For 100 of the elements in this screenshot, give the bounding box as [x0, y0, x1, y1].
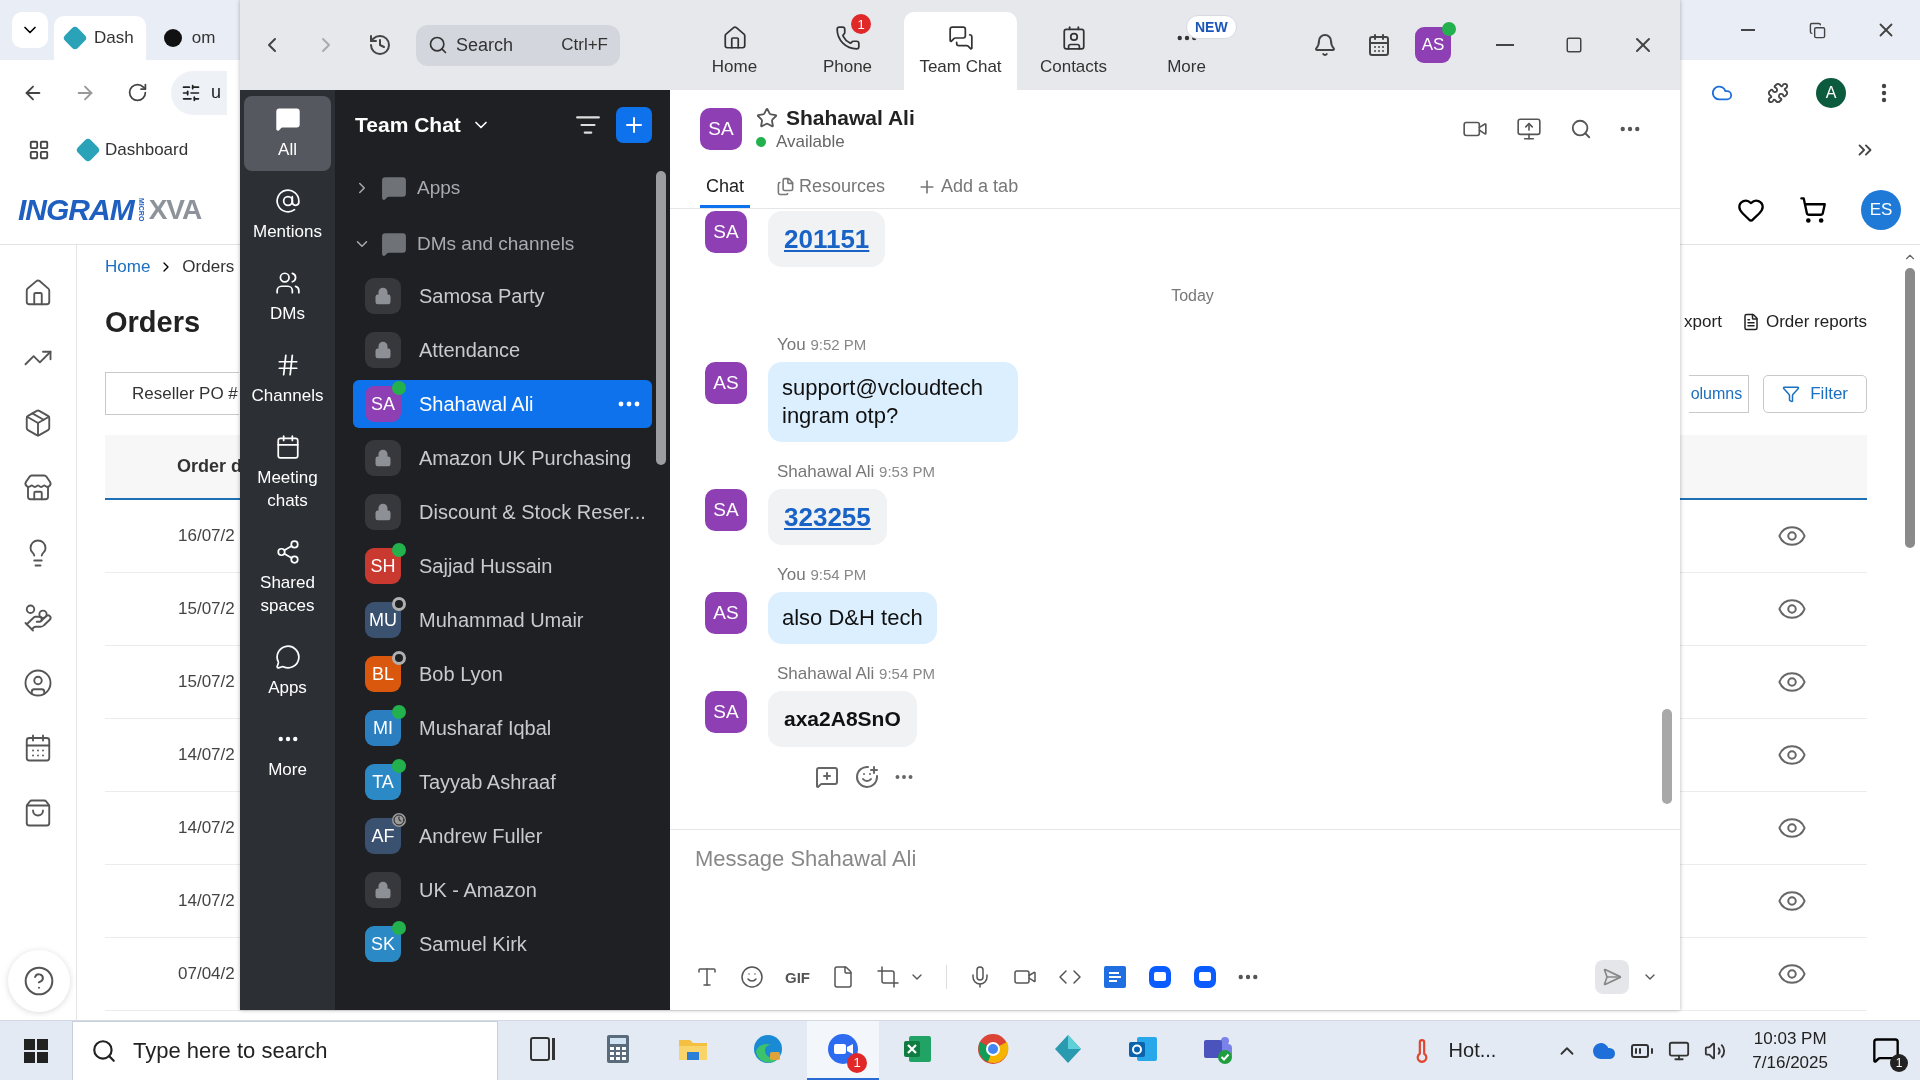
gif-button[interactable]: GIF	[785, 968, 810, 986]
rail-item[interactable]: Shared spaces	[244, 529, 331, 627]
section-toggle[interactable]: Apps	[353, 160, 652, 216]
share-screen-icon[interactable]	[1516, 116, 1542, 142]
chat-list-item[interactable]: SA Shahawal Ali	[353, 380, 652, 428]
user-icon[interactable]	[23, 668, 53, 698]
table-cell: 14/07/2	[178, 818, 235, 838]
list-title-button[interactable]: Team Chat	[355, 113, 491, 137]
clock[interactable]: 10:03 PM 7/16/2025	[1752, 1026, 1828, 1075]
avatar: AS	[705, 592, 747, 634]
bag-icon[interactable]	[23, 798, 53, 828]
cart-icon[interactable]	[1799, 195, 1827, 224]
chat-list-item[interactable]: MU Muhammad Umair	[353, 596, 652, 644]
more-icon	[277, 736, 298, 742]
lock-icon	[365, 872, 401, 908]
chat-list-item[interactable]: UK - Amazon	[353, 866, 652, 914]
rail-item[interactable]: DMs	[244, 260, 331, 335]
scrollbar-thumb[interactable]	[1905, 268, 1915, 548]
text-format-icon[interactable]	[695, 965, 719, 989]
add-tab-button[interactable]: Add a tab	[911, 168, 1025, 208]
app-icon[interactable]	[1103, 965, 1127, 989]
app-icon[interactable]	[1193, 965, 1217, 989]
calendar-icon[interactable]	[23, 733, 53, 763]
scrollbar-thumb[interactable]	[656, 171, 666, 465]
screenshot-icon[interactable]	[876, 965, 900, 989]
chat-list-item[interactable]: SH Sajjad Hussain	[353, 542, 652, 590]
order-reports-link[interactable]: Order reports	[1741, 312, 1867, 332]
reply-icon[interactable]	[815, 765, 839, 789]
avatar: TA	[365, 764, 401, 800]
more-icon[interactable]	[895, 774, 913, 780]
more-icon[interactable]	[1620, 126, 1640, 132]
browser-tab[interactable]: om	[151, 16, 228, 60]
taskbar-app-button[interactable]: 1	[807, 1020, 879, 1080]
chat-list-item[interactable]: Attendance	[353, 326, 652, 374]
emoji-icon[interactable]	[740, 965, 764, 989]
circle-icon	[163, 29, 182, 47]
link-message[interactable]: 323255	[768, 489, 887, 545]
browser-icon	[751, 1032, 785, 1066]
more-icon[interactable]	[618, 401, 640, 407]
avatar: SA	[365, 386, 401, 422]
link-message[interactable]: 201151	[768, 211, 886, 267]
send-button[interactable]	[1595, 960, 1629, 994]
reseller-po-button[interactable]: Reseller PO #	[105, 372, 239, 415]
network-icon[interactable]	[1668, 1039, 1691, 1062]
chat-list-item[interactable]: Samosa Party	[353, 272, 652, 320]
lock-icon	[365, 494, 401, 530]
nav-tab[interactable]: NEW More	[1130, 12, 1243, 90]
chat-list-item[interactable]: MI Musharaf Iqbal	[353, 704, 652, 752]
chat-list-item[interactable]: SK Samuel Kirk	[353, 920, 652, 968]
rail-item[interactable]: Apps	[244, 634, 331, 709]
nav-tab[interactable]: Contacts	[1017, 12, 1130, 90]
chat-list-item[interactable]: Amazon UK Purchasing	[353, 434, 652, 482]
message-input[interactable]: Message Shahawal Ali	[695, 842, 1658, 876]
weather-button[interactable]: Hot...	[1408, 1037, 1497, 1064]
chat-bubble-icon	[381, 175, 407, 201]
rail-item[interactable]: All	[244, 96, 331, 171]
app-icon[interactable]	[1148, 965, 1172, 989]
user-avatar[interactable]: ES	[1861, 189, 1901, 230]
search-icon[interactable]	[1570, 118, 1592, 140]
rail-item[interactable]: Channels	[244, 342, 331, 417]
section-toggle[interactable]: DMs and channels	[353, 216, 652, 272]
box-icon[interactable]	[23, 408, 53, 438]
chat-list-item[interactable]: BL Bob Lyon	[353, 650, 652, 698]
message-bubble: also D&H tech	[768, 592, 937, 644]
chat-tab[interactable]: Chat	[700, 168, 751, 208]
star-icon[interactable]	[756, 107, 778, 129]
columns-button[interactable]: olumns	[1688, 374, 1750, 413]
status-text: Available	[756, 132, 915, 152]
file-icon[interactable]	[831, 965, 855, 989]
nav-tab[interactable]: Team Chat	[904, 12, 1017, 90]
message-bubble: support@vcloudtech ingram otp?	[768, 362, 1018, 442]
browser-tab[interactable]: Dash	[54, 16, 146, 60]
chat-list-item[interactable]: Discount & Stock Reser...	[353, 488, 652, 536]
rail-item[interactable]: More	[244, 716, 331, 791]
store-icon[interactable]	[23, 473, 53, 503]
chat-list-item[interactable]: TA Tayyab Ashraaf	[353, 758, 652, 806]
breadcrumb-current[interactable]: Orders	[182, 257, 235, 277]
hand-coins-icon[interactable]	[23, 603, 53, 633]
add-reaction-icon[interactable]	[855, 765, 879, 789]
search-field[interactable]: Search Ctrl+F	[416, 24, 620, 66]
help-button[interactable]	[8, 950, 70, 1012]
nav-tab[interactable]: 1 Phone	[791, 12, 904, 90]
export-link[interactable]: xport	[1684, 312, 1722, 332]
bookmark-link[interactable]: Dashboard	[79, 140, 189, 160]
taskbar-search-field[interactable]: Type here to search	[72, 1020, 498, 1080]
rail-item[interactable]: Meeting chats	[244, 424, 331, 522]
more-icon[interactable]	[1238, 974, 1258, 980]
nav-tab[interactable]: Home	[678, 12, 791, 90]
scrollbar-thumb[interactable]	[1662, 709, 1672, 804]
filter-button[interactable]: Filter	[1763, 374, 1867, 413]
chat-tab[interactable]: Resources	[770, 168, 892, 208]
notifications-button[interactable]: 1	[1866, 1029, 1908, 1072]
profile-avatar[interactable]: A	[1816, 77, 1846, 108]
rail-item[interactable]: Mentions	[244, 178, 331, 253]
chat-list-item[interactable]: AF Andrew Fuller	[353, 812, 652, 860]
new-chat-button[interactable]	[616, 107, 652, 143]
breadcrumb-link[interactable]: Home	[105, 257, 151, 277]
user-avatar[interactable]: AS	[1415, 27, 1451, 63]
home-icon[interactable]	[23, 278, 53, 308]
address-bar[interactable]: u	[171, 70, 227, 115]
